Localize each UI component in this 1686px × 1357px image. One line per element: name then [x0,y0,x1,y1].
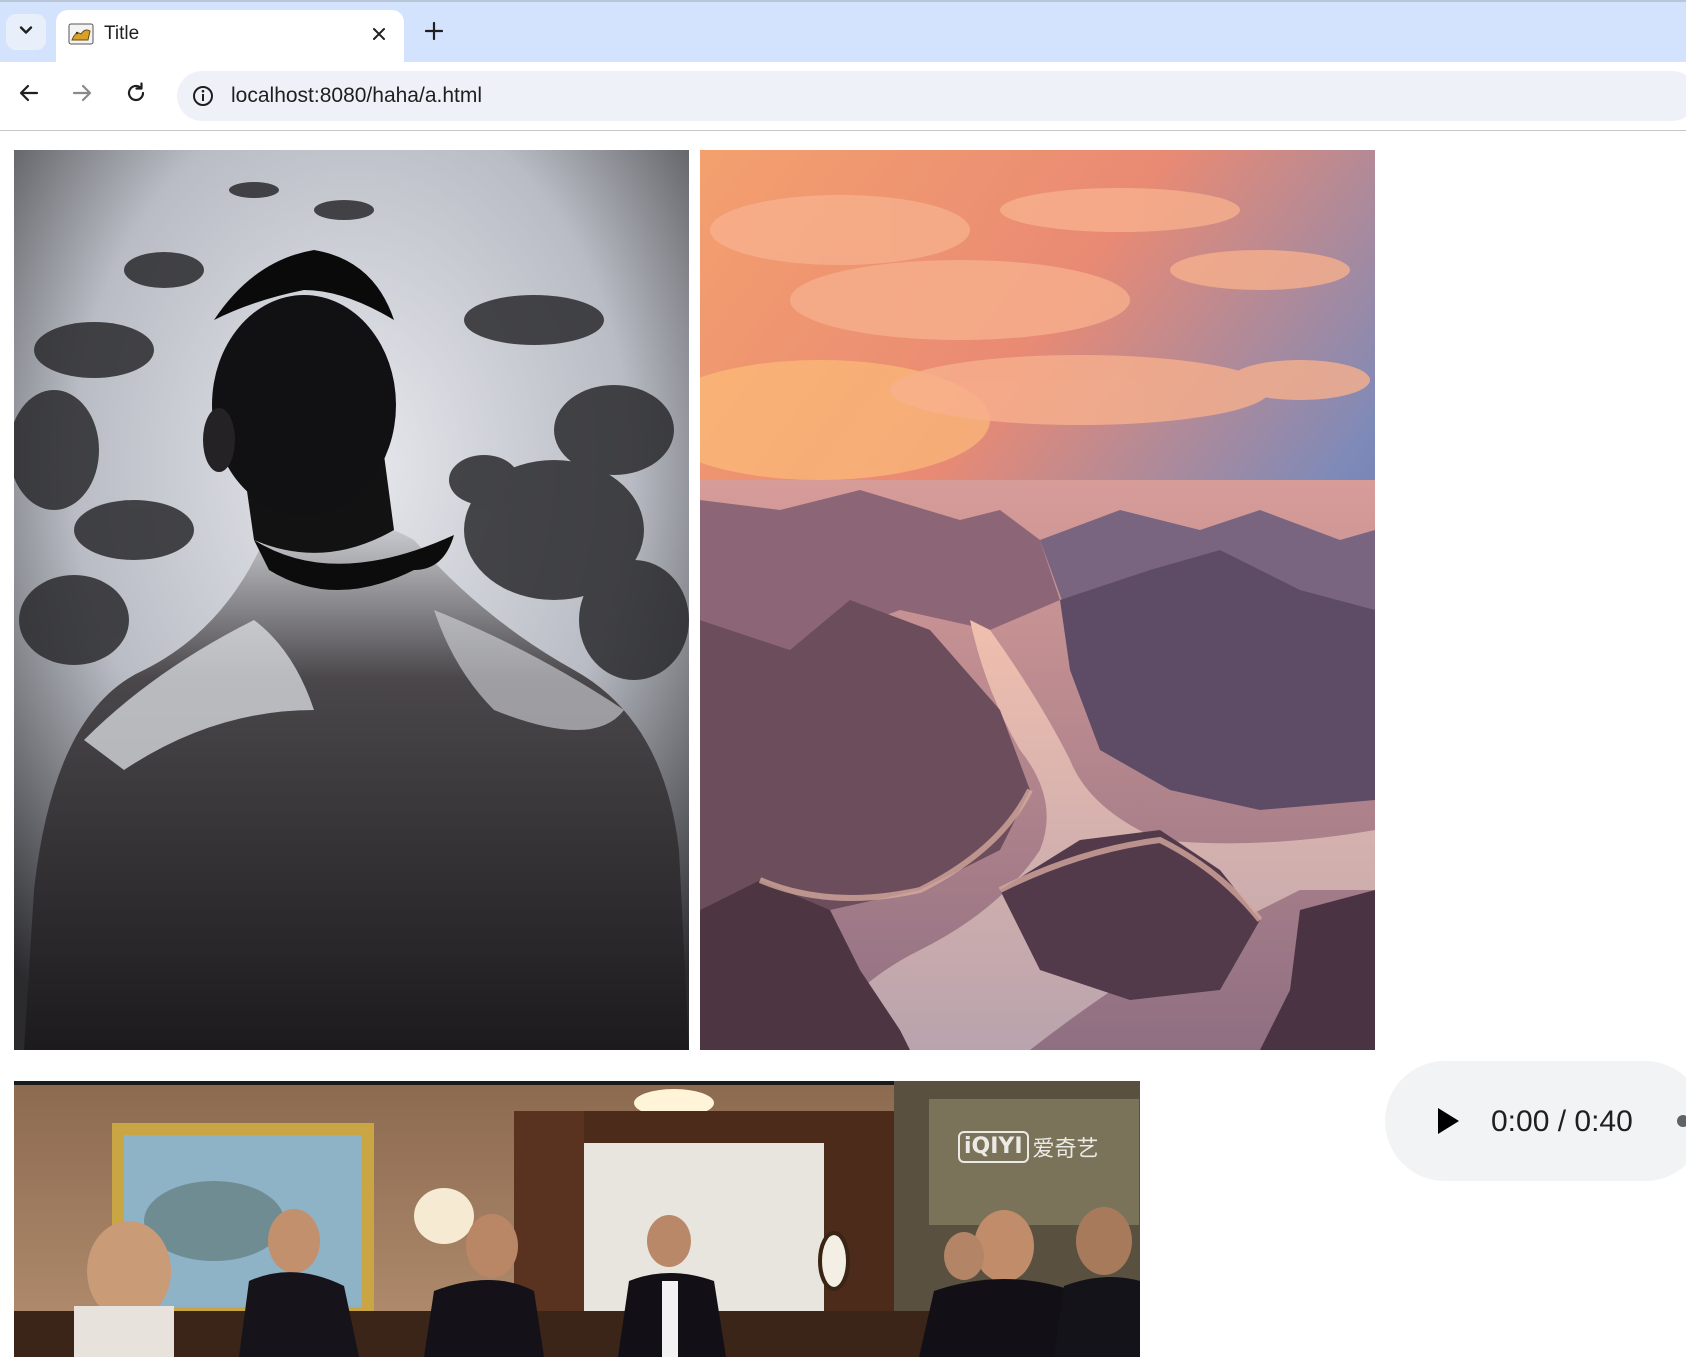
arrow-right-icon [70,81,94,110]
tab-title: Title [104,23,140,44]
address-bar[interactable]: localhost:8080/haha/a.html [177,71,1686,121]
video-watermark: iQIYI 爱奇艺 [958,1131,1099,1163]
audio-player: 0:00 / 0:40 [1385,1061,1686,1181]
forward-button[interactable] [63,76,101,114]
close-icon[interactable] [364,19,394,49]
window-top-edge [0,0,1686,2]
arrow-left-icon [17,81,41,110]
iqiyi-logo: iQIYI [958,1131,1029,1163]
audio-time-display: 0:00 / 0:40 [1491,1105,1633,1138]
video-player[interactable]: iQIYI 爱奇艺 [14,1081,1140,1357]
tab-strip: Title [0,0,1686,62]
tab-search-button[interactable] [6,14,46,50]
river-canyon-sunset-photo [700,150,1375,1050]
watermark-text: 爱奇艺 [1032,1137,1099,1162]
url-text: localhost:8080/haha/a.html [231,84,483,107]
chevron-down-icon [17,21,35,44]
play-icon[interactable] [1433,1103,1463,1139]
reload-button[interactable] [117,76,155,114]
back-button[interactable] [10,76,48,114]
tomcat-icon [68,22,94,46]
info-icon[interactable] [189,82,217,110]
plus-icon [424,21,444,46]
browser-toolbar: localhost:8080/haha/a.html [0,62,1686,131]
page-content: 0:00 / 0:40 iQIYI 爱奇艺 [0,131,1686,1357]
reload-icon [124,81,148,110]
tab-active[interactable]: Title [56,10,404,62]
man-in-coat-photo [14,150,689,1050]
browser-chrome: Title localhost:8080/haha/a.html [0,0,1686,131]
new-tab-button[interactable] [418,17,450,49]
audio-progress-thumb[interactable] [1677,1115,1686,1127]
